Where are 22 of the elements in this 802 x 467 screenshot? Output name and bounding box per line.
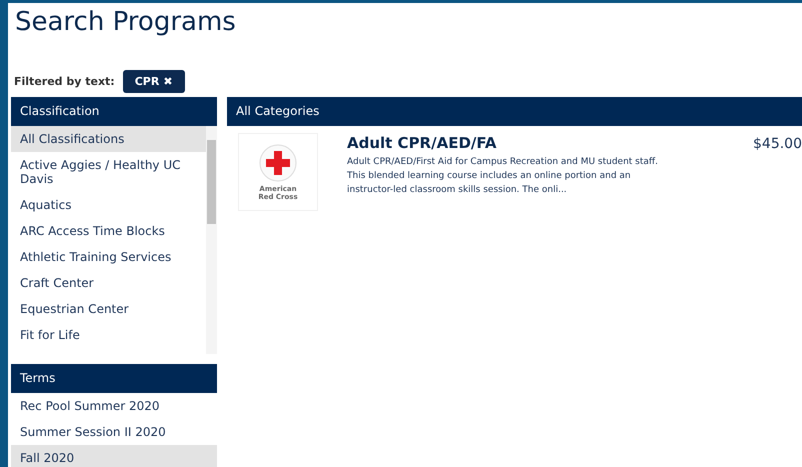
- results-header: All Categories: [227, 97, 802, 126]
- classification-item[interactable]: Craft Center: [11, 270, 206, 296]
- classification-item[interactable]: Equestrian Center: [11, 296, 206, 322]
- program-price: $45.00: [753, 135, 802, 154]
- filter-label: Filtered by text:: [14, 74, 115, 88]
- classification-header: Classification: [11, 97, 217, 126]
- classification-item[interactable]: All Classifications: [11, 126, 206, 152]
- terms-header: Terms: [11, 364, 217, 393]
- scrollbar[interactable]: [206, 126, 217, 354]
- program-title[interactable]: Adult CPR/AED/FA: [347, 134, 677, 152]
- terms-item[interactable]: Rec Pool Summer 2020: [11, 393, 217, 419]
- classification-item[interactable]: Fit for Life: [11, 322, 206, 348]
- terms-item[interactable]: Summer Session II 2020: [11, 419, 217, 445]
- classification-item[interactable]: Aquatics: [11, 192, 206, 218]
- terms-item[interactable]: Fall 2020: [11, 445, 217, 467]
- page-title: Search Programs: [14, 6, 237, 39]
- classification-item[interactable]: Active Aggies / Healthy UC Davis: [11, 152, 206, 192]
- filter-chip[interactable]: CPR ✖: [122, 70, 185, 92]
- cross-icon: [259, 144, 297, 182]
- program-description: Adult CPR/AED/First Aid for Campus Recreation and MU student staff. This blended learning course includes an online portion and an instructor-led classroom skills session. The onli...: [347, 156, 659, 197]
- classification-item[interactable]: Athletic Training Services: [11, 244, 206, 270]
- classification-item[interactable]: ARC Access Time Blocks: [11, 218, 206, 244]
